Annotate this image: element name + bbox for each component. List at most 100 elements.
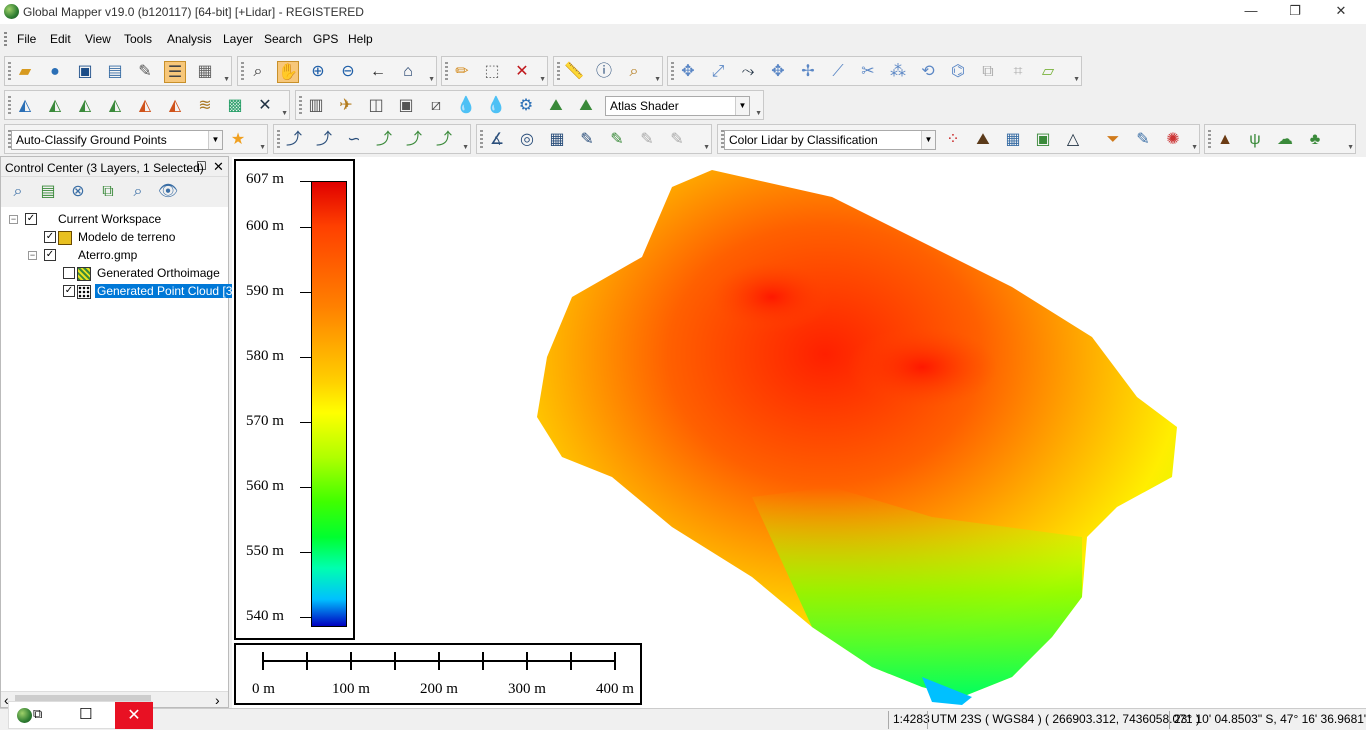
- menu-search[interactable]: Search: [264, 32, 302, 46]
- contour-icon[interactable]: ◭: [74, 95, 96, 117]
- join-icon[interactable]: ⁂: [887, 61, 909, 83]
- breakline-icon[interactable]: ⤴: [313, 129, 335, 151]
- info-icon[interactable]: ⓘ: [593, 61, 615, 83]
- grid-icon[interactable]: ▦: [546, 129, 568, 151]
- ortho-checkbox[interactable]: [63, 267, 75, 279]
- open-folder-icon[interactable]: ▰: [14, 61, 36, 83]
- restore-window-icon[interactable]: ⧉: [33, 706, 42, 722]
- move-vertex-icon[interactable]: ✥: [767, 61, 789, 83]
- toolbar-grip[interactable]: [671, 62, 674, 82]
- viewshed-icon[interactable]: ◭: [44, 95, 66, 117]
- cut-icon[interactable]: ✂: [857, 61, 879, 83]
- tree-item-terrain[interactable]: Modelo de terreno: [78, 228, 175, 246]
- align-icon[interactable]: ⌬: [947, 61, 969, 83]
- tape-icon[interactable]: ▱: [1037, 61, 1059, 83]
- target-icon[interactable]: ◎: [516, 129, 538, 151]
- crop-icon[interactable]: ⌗: [1007, 61, 1029, 83]
- hillshade-icon[interactable]: ⛰: [575, 95, 597, 117]
- shapes-icon[interactable]: ⧉: [977, 61, 999, 83]
- toolbar-overflow-icon[interactable]: ▼: [755, 110, 762, 117]
- zoom-out-icon[interactable]: ⊖: [337, 61, 359, 83]
- search-feature-icon[interactable]: ⌕: [623, 61, 645, 83]
- 3d-view-icon[interactable]: ▥: [305, 95, 327, 117]
- menu-grip[interactable]: [4, 32, 7, 46]
- 3d-box-icon[interactable]: ▣: [395, 95, 417, 117]
- group-checkbox[interactable]: ✓: [44, 249, 56, 261]
- vertical-scale-icon[interactable]: ⧄: [425, 95, 447, 117]
- point-brush-icon[interactable]: ⤴: [433, 129, 455, 151]
- collapse-workspace-icon[interactable]: −: [9, 215, 18, 224]
- toolbar-grip[interactable]: [1208, 130, 1211, 150]
- tools-cross-icon[interactable]: ✕: [254, 95, 276, 117]
- toolbar-overflow-icon[interactable]: ▼: [462, 144, 469, 151]
- toolbar-overflow-icon[interactable]: ▼: [281, 110, 288, 117]
- chevron-down-icon[interactable]: ▼: [208, 131, 222, 149]
- layout-icon[interactable]: ▦: [194, 61, 216, 83]
- disabled-select-icon[interactable]: ✎: [666, 129, 688, 151]
- scroll-right-icon[interactable]: ›: [215, 692, 220, 708]
- wrench-icon[interactable]: ✎: [134, 61, 156, 83]
- star-icon[interactable]: ★: [227, 129, 249, 151]
- building-icon[interactable]: ▦: [1002, 129, 1024, 151]
- tree-item-workspace[interactable]: Current Workspace: [58, 210, 161, 228]
- maximize-window-icon[interactable]: ☐: [79, 705, 92, 723]
- minimize-button[interactable]: —: [1228, 0, 1274, 24]
- angle-icon[interactable]: ∡: [486, 129, 508, 151]
- toolbar-overflow-icon[interactable]: ▼: [703, 144, 710, 151]
- edit-point-icon[interactable]: ⤴: [403, 129, 425, 151]
- toolbar-overflow-icon[interactable]: ▼: [654, 76, 661, 83]
- collapse-group-icon[interactable]: −: [28, 251, 37, 260]
- cloud-checkbox[interactable]: ✓: [63, 285, 75, 297]
- elevation-color-icon[interactable]: ⛰: [972, 129, 994, 151]
- terrain-checkbox[interactable]: ✓: [44, 231, 56, 243]
- cut-fill-icon[interactable]: ◭: [164, 95, 186, 117]
- menu-help[interactable]: Help: [348, 32, 373, 46]
- close-layer-icon[interactable]: ⊗: [67, 181, 89, 203]
- toolbar-grip[interactable]: [557, 62, 560, 82]
- zoom-box-icon[interactable]: ⌕: [247, 61, 269, 83]
- tree-item-group[interactable]: Aterro.gmp: [78, 246, 137, 264]
- toolbar-grip[interactable]: [241, 62, 244, 82]
- pencil-icon[interactable]: ✏: [451, 61, 473, 83]
- menu-edit[interactable]: Edit: [50, 32, 71, 46]
- toolbar-grip[interactable]: [8, 62, 11, 82]
- grass-icon[interactable]: ψ: [1244, 129, 1266, 151]
- float-panel-button[interactable]: ☐: [196, 159, 207, 173]
- shader-icon[interactable]: ▩: [224, 95, 246, 117]
- toolbar-grip[interactable]: [8, 96, 11, 116]
- tree-item-ortho[interactable]: Generated Orthoimage: [97, 264, 220, 282]
- lidar-icon[interactable]: ⛰: [545, 95, 567, 117]
- edit-ground-icon[interactable]: ✎: [576, 129, 598, 151]
- overview-icon[interactable]: ▤: [104, 61, 126, 83]
- tree-icon[interactable]: ♣: [1304, 129, 1326, 151]
- lidar-path-icon[interactable]: ⤴: [283, 129, 305, 151]
- home-icon[interactable]: ⌂: [397, 61, 419, 83]
- layer-zoom-icon[interactable]: ⌕: [127, 181, 149, 203]
- water-drop-icon[interactable]: 💧: [485, 95, 507, 117]
- scale-icon[interactable]: ⤢: [707, 61, 729, 83]
- tree-item-cloud[interactable]: Generated Point Cloud [3: [95, 282, 235, 300]
- globe-icon[interactable]: ●: [44, 61, 66, 83]
- toolbar-grip[interactable]: [299, 96, 302, 116]
- split-line-icon[interactable]: ⟋: [827, 61, 849, 83]
- toolbar-overflow-icon[interactable]: ▼: [259, 144, 266, 151]
- menu-file[interactable]: File: [17, 32, 36, 46]
- smooth-line-icon[interactable]: ∽: [343, 129, 365, 151]
- chevron-down-icon[interactable]: ▼: [921, 131, 935, 149]
- filter-region-icon[interactable]: ▣: [1032, 129, 1054, 151]
- triangle-icon[interactable]: △: [1062, 129, 1084, 151]
- filter-funnel-icon[interactable]: ⏷: [1102, 129, 1124, 151]
- close-button[interactable]: ✕: [1318, 0, 1364, 24]
- watershed-icon[interactable]: ◭: [104, 95, 126, 117]
- layer-search-icon[interactable]: ⌕: [7, 181, 29, 203]
- map-view[interactable]: 607 m 600 m 590 m 580 m 570 m 560 m 550 …: [232, 157, 1366, 708]
- back-arrow-icon[interactable]: ←: [367, 61, 389, 83]
- shrub-icon[interactable]: ☁: [1274, 129, 1296, 151]
- noise-icon[interactable]: ✺: [1162, 129, 1184, 151]
- menu-view[interactable]: View: [85, 32, 111, 46]
- restore-button[interactable]: ❐: [1272, 0, 1318, 24]
- mountain-icon[interactable]: ▲: [1214, 129, 1236, 151]
- classify-select[interactable]: Auto-Classify Ground Points ▼: [11, 130, 223, 150]
- layer-options-icon[interactable]: ▤: [37, 181, 59, 203]
- menu-gps[interactable]: GPS: [313, 32, 338, 46]
